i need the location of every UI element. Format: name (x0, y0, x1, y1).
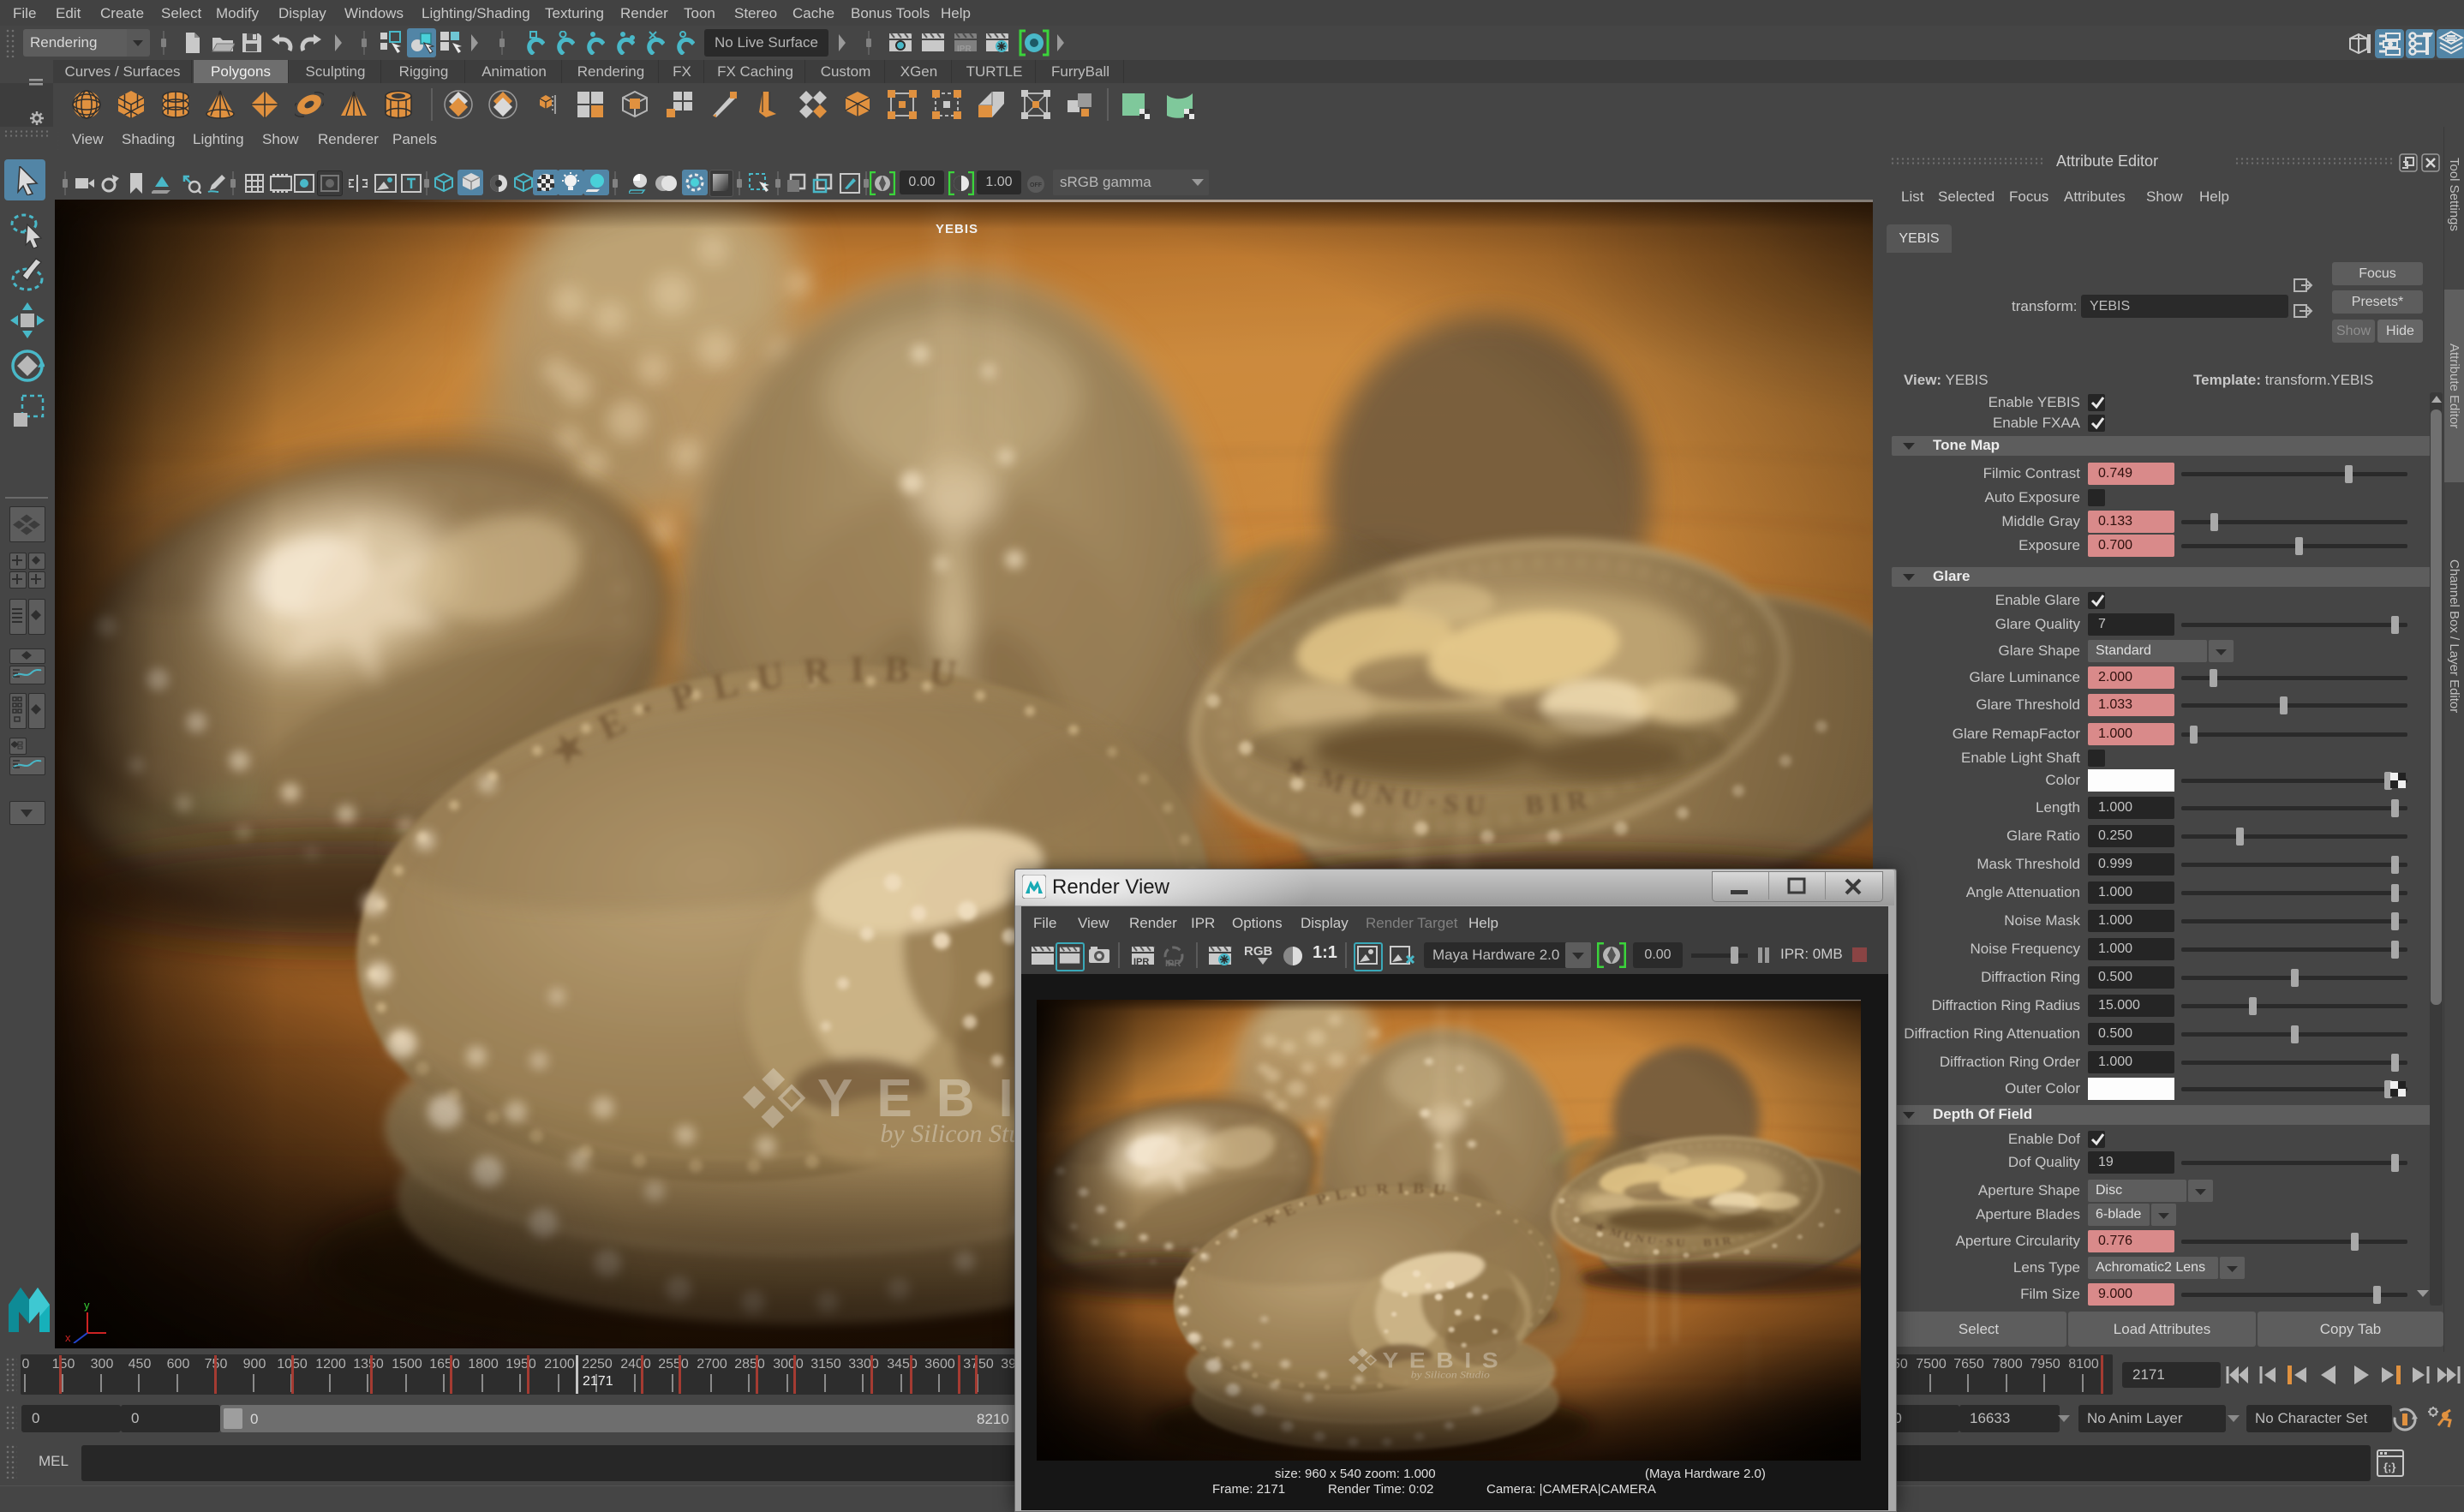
svg-text:IPR: IPR (1133, 957, 1149, 967)
svg-text:IPR: IPR (1165, 959, 1181, 968)
svg-text:x: x (65, 1331, 71, 1343)
svg-text:IPR: IPR (957, 45, 972, 54)
svg-text:{;}: {;} (2383, 1461, 2395, 1473)
svg-text:y: y (84, 1299, 90, 1312)
svg-text:OFF: OFF (1030, 182, 1043, 188)
